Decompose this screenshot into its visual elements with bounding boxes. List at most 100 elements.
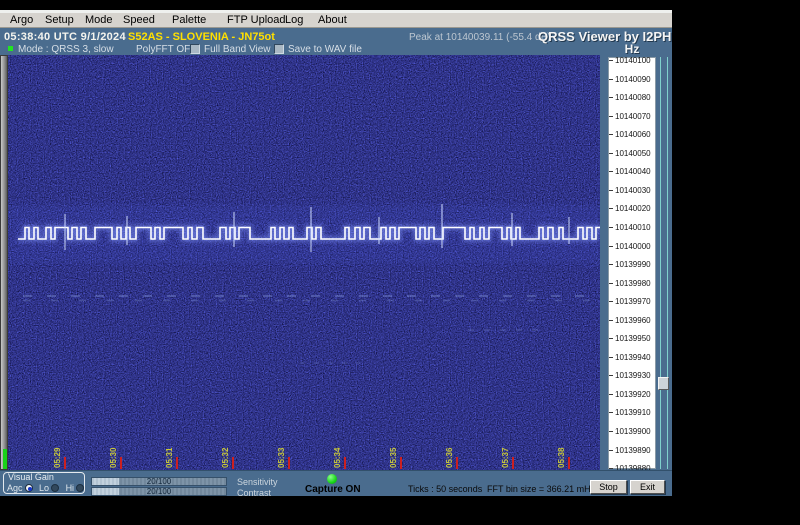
time-tick	[400, 457, 402, 469]
freq-label: 10139910	[615, 408, 651, 417]
time-label: 05:37	[501, 440, 511, 468]
contrast-slider[interactable]: 20/100	[91, 487, 227, 496]
time-tick	[568, 457, 570, 469]
frequency-scrollbar-track[interactable]	[660, 57, 668, 469]
freq-label: 10140010	[615, 223, 651, 232]
menu-item-mode[interactable]: Mode	[85, 14, 113, 26]
sensitivity-value: 20/100	[92, 477, 226, 486]
save-to-wav-checkbox[interactable]	[274, 44, 284, 54]
hz-axis-label: Hz	[608, 42, 656, 56]
freq-tick	[609, 412, 613, 413]
sensitivity-label: Sensitivity	[237, 477, 278, 487]
time-tick	[288, 457, 290, 469]
freq-tick	[609, 79, 613, 80]
stop-button[interactable]: Stop	[590, 480, 627, 494]
save-to-wav-label: Save to WAV file	[288, 44, 362, 55]
time-label: 05:32	[221, 440, 231, 468]
freq-tick	[609, 208, 613, 209]
freq-tick	[609, 153, 613, 154]
sensitivity-slider[interactable]: 20/100	[91, 477, 227, 486]
freq-tick	[609, 264, 613, 265]
freq-label: 10140060	[615, 130, 651, 139]
capture-status: Capture ON	[305, 484, 361, 495]
utc-clock: 05:38:40 UTC 9/1/2024	[4, 31, 126, 43]
freq-label: 10139960	[615, 316, 651, 325]
freq-tick	[609, 97, 613, 98]
freq-label: 10139900	[615, 427, 651, 436]
time-label: 05:31	[165, 440, 175, 468]
radio-lo[interactable]	[51, 484, 59, 492]
freq-tick	[609, 450, 613, 451]
time-label: 05:34	[333, 440, 343, 468]
freq-tick	[609, 171, 613, 172]
mode-status-led-icon	[8, 46, 13, 51]
contrast-value: 20/100	[92, 487, 226, 496]
frequency-scrollbar-thumb[interactable]	[658, 377, 669, 390]
radio-hi-label: Hi	[66, 483, 75, 493]
freq-label: 10140070	[615, 112, 651, 121]
visual-gain-options: Agc Lo Hi	[7, 483, 88, 493]
time-label: 05:38	[557, 440, 567, 468]
freq-tick	[609, 246, 613, 247]
freq-label: 10139980	[615, 279, 651, 288]
freq-label: 10140080	[615, 93, 651, 102]
time-label: 05:33	[277, 440, 287, 468]
freq-label: 10140020	[615, 204, 651, 213]
time-label: 05:29	[53, 440, 63, 468]
fft-bin-info: FFT bin size = 366.21 mHz	[487, 484, 595, 494]
exit-button[interactable]: Exit	[630, 480, 665, 494]
time-tick	[232, 457, 234, 469]
time-label: 05:30	[109, 440, 119, 468]
freq-tick	[609, 60, 613, 61]
menu-item-palette[interactable]: Palette	[172, 14, 206, 26]
freq-label: 10139950	[615, 334, 651, 343]
input-level-bar	[3, 449, 7, 469]
full-band-view-label: Full Band View	[204, 44, 271, 55]
time-label: 05:36	[445, 440, 455, 468]
freq-label: 10140030	[615, 186, 651, 195]
radio-lo-label: Lo	[39, 483, 49, 493]
mode-readout: Mode : QRSS 3, slow	[18, 44, 114, 55]
menu-item-argo[interactable]: Argo	[10, 14, 33, 26]
menu-item-log[interactable]: Log	[285, 14, 303, 26]
time-tick	[120, 457, 122, 469]
full-band-view-checkbox[interactable]	[190, 44, 200, 54]
freq-label: 10139890	[615, 446, 651, 455]
freq-label: 10139940	[615, 353, 651, 362]
time-tick	[512, 457, 514, 469]
freq-label: 10140040	[615, 167, 651, 176]
freq-label: 10139990	[615, 260, 651, 269]
radio-hi[interactable]	[76, 484, 84, 492]
time-tick	[456, 457, 458, 469]
station-callsign: S52AS - SLOVENIA - JN75ot	[128, 31, 275, 43]
waterfall-spectrogram[interactable]	[8, 55, 600, 470]
radio-agc-label: Agc	[7, 483, 23, 493]
polyfft-status: PolyFFT OFF	[136, 44, 196, 55]
freq-tick	[609, 338, 613, 339]
freq-label: 10140100	[615, 56, 651, 65]
argo-qrss-viewer-screen: Argo Setup Mode Speed Palette FTP UploadLog Ab…	[0, 0, 800, 525]
freq-label: 10140050	[615, 149, 651, 158]
freq-tick	[609, 116, 613, 117]
freq-tick	[609, 320, 613, 321]
freq-tick	[609, 394, 613, 395]
freq-tick	[609, 357, 613, 358]
filename-strip: S52AS-30m.1000x746.2025-10-01-0██641.jpg	[0, 496, 800, 525]
freq-tick	[609, 227, 613, 228]
freq-tick	[609, 134, 613, 135]
freq-label: 10140000	[615, 242, 651, 251]
menu-item-setup[interactable]: Setup	[45, 14, 74, 26]
freq-label: 10140090	[615, 75, 651, 84]
menu-item-ftp-upload[interactable]: FTP Upload	[227, 14, 286, 26]
freq-tick	[609, 468, 613, 469]
peak-readout: Peak at 10140039.11 (-55.4 dB)	[409, 32, 551, 43]
menu-bar: Argo Setup Mode Speed Palette FTP UploadLog Ab…	[0, 13, 672, 28]
radio-agc[interactable]	[25, 484, 33, 492]
capture-led-icon	[327, 474, 337, 484]
freq-tick	[609, 431, 613, 432]
freq-label: 10139920	[615, 390, 651, 399]
menu-item-speed[interactable]: Speed	[123, 14, 155, 26]
freq-tick	[609, 283, 613, 284]
visual-gain-title: Visual Gain	[8, 472, 54, 482]
menu-item-about[interactable]: About	[318, 14, 347, 26]
